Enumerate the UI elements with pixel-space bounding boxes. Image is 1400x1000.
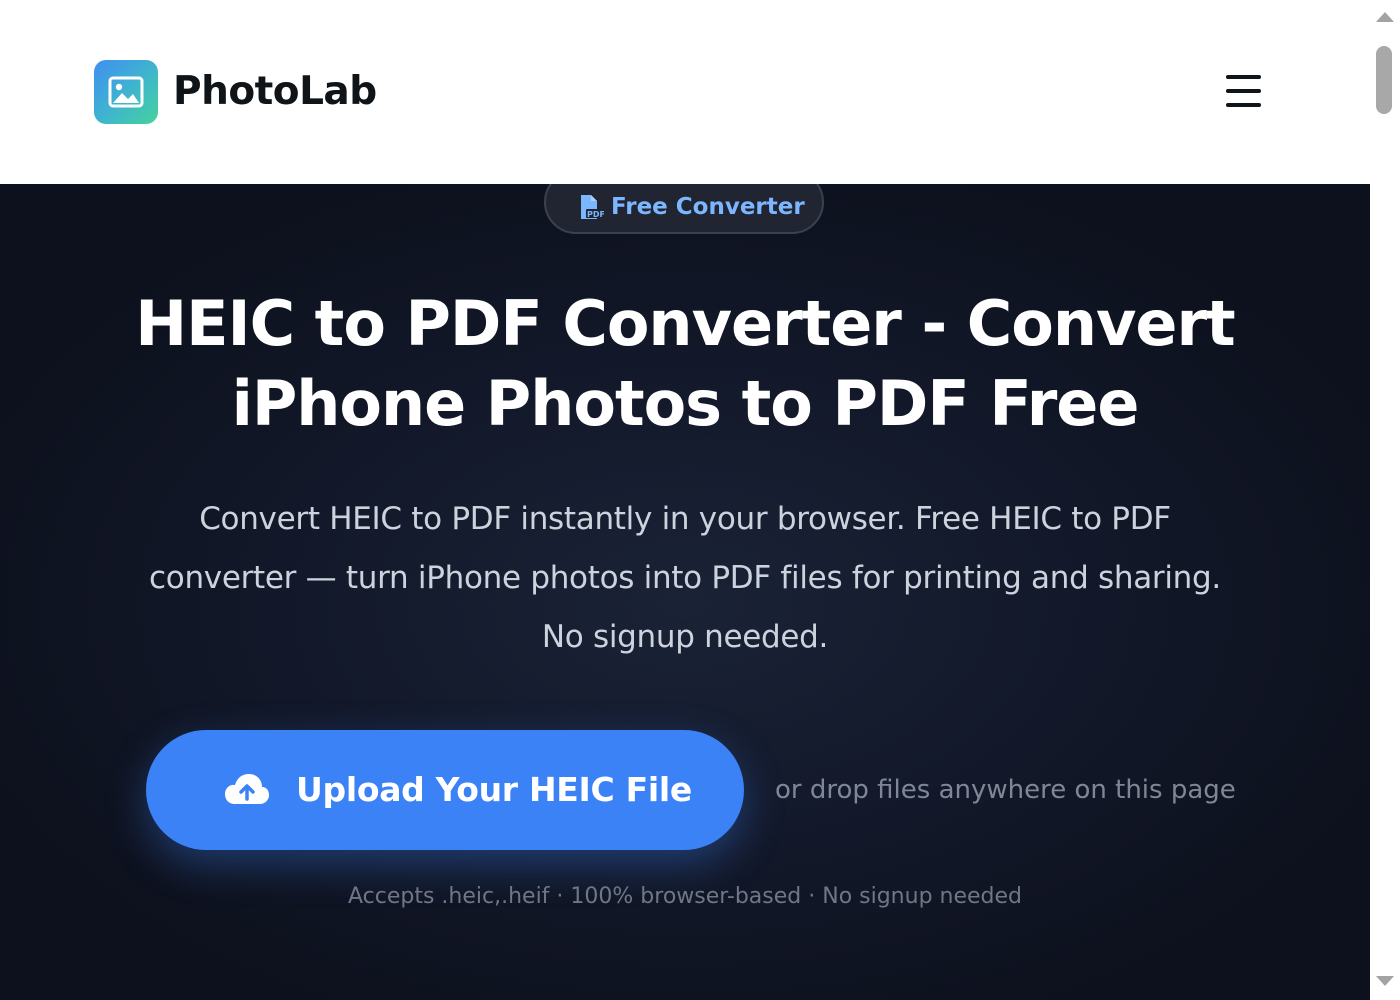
accepts-note: Accepts .heic,.heif · 100% browser-based… — [347, 884, 1023, 909]
drop-hint: or drop files anywhere on this page — [775, 775, 1236, 805]
scrollbar[interactable] — [1370, 0, 1400, 1000]
badge-label: Free Converter — [611, 194, 805, 220]
subtitle-line-2: converter — turn iPhone photos into PDF … — [149, 560, 1221, 596]
title-line-1: HEIC to PDF Converter - Convert — [135, 287, 1235, 360]
title-line-2: iPhone Photos to PDF Free — [231, 367, 1140, 440]
logo[interactable] — [94, 60, 158, 124]
free-converter-badge: PDF Free Converter — [544, 184, 824, 234]
pdf-file-icon: PDF — [581, 195, 604, 219]
subtitle-line-1: Convert HEIC to PDF instantly in your br… — [199, 501, 1171, 537]
svg-text:PDF: PDF — [587, 210, 604, 219]
upload-button-label: Upload Your HEIC File — [296, 770, 692, 809]
site-header: PhotoLab — [0, 0, 1370, 184]
brand-name[interactable]: PhotoLab — [173, 68, 377, 116]
page-title: HEIC to PDF Converter - Convert iPhone P… — [0, 284, 1370, 444]
scroll-up-arrow-icon[interactable] — [1376, 12, 1394, 22]
cloud-upload-icon — [225, 774, 269, 804]
hamburger-menu-icon — [1226, 75, 1261, 79]
hero-section: PDF Free Converter HEIC to PDF Converter… — [0, 184, 1370, 1000]
scroll-down-arrow-icon[interactable] — [1376, 976, 1394, 986]
scroll-thumb[interactable] — [1376, 46, 1392, 114]
menu-button[interactable] — [1222, 72, 1264, 110]
upload-button[interactable]: Upload Your HEIC File — [146, 730, 744, 850]
page-subtitle: Convert HEIC to PDF instantly in your br… — [95, 490, 1275, 667]
subtitle-line-3: No signup needed. — [541, 619, 829, 655]
image-icon — [108, 76, 144, 108]
